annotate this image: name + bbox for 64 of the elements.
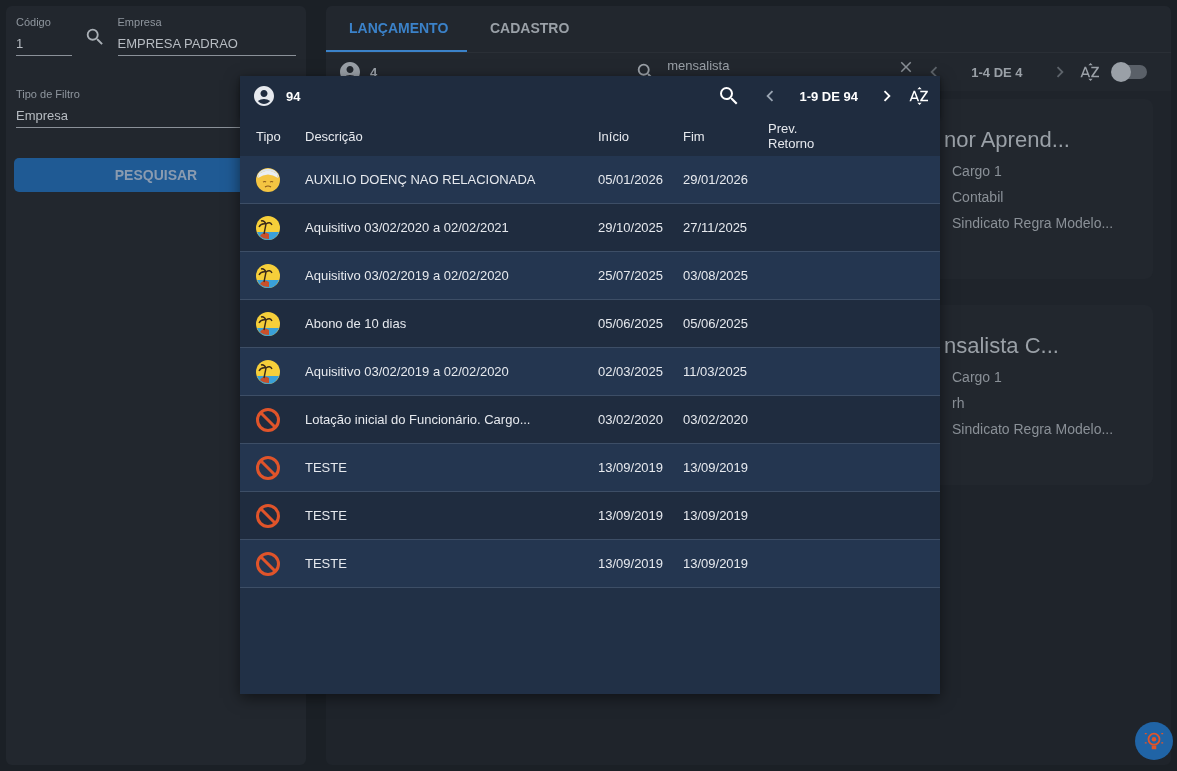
- table-cell-text: 13/09/2019: [598, 508, 665, 523]
- table-cell-text: 29/01/2026: [683, 172, 750, 187]
- pagination-text: 1-9 DE 94: [799, 88, 858, 104]
- table-cell-text: 13/09/2019: [683, 460, 750, 475]
- table-cell-text: 03/02/2020: [598, 412, 665, 427]
- sort-icon[interactable]: [908, 85, 930, 107]
- table-cell-text: 13/09/2019: [598, 556, 665, 571]
- field-label: Empresa: [117, 16, 162, 28]
- table-cell-text: Aquisitivo 03/02/2019 a 02/02/2020: [305, 364, 510, 379]
- prohibited-icon: [256, 503, 280, 528]
- field-label: Tipo de Filtro: [16, 88, 80, 100]
- table-cell-text: 03/02/2020: [683, 412, 750, 427]
- sort-icon[interactable]: [1078, 61, 1101, 83]
- card-text: Sindicato Regra Modelo...: [952, 215, 1115, 231]
- card-title: nor Aprend...: [944, 127, 1071, 153]
- beach-icon: [256, 359, 280, 384]
- card-text: Contabil: [952, 189, 1005, 205]
- table-cell-text: 05/06/2025: [683, 316, 750, 331]
- field-label: Código: [16, 16, 51, 28]
- table-cell-text: 13/09/2019: [598, 460, 665, 475]
- beach-icon: [256, 215, 280, 240]
- table-cell-text: 25/07/2025: [598, 268, 665, 283]
- table-cell-text: TESTE: [305, 460, 348, 475]
- prohibited-icon: [256, 455, 280, 480]
- table-cell-text: 13/09/2019: [683, 556, 750, 571]
- column-header: Tipo: [256, 128, 282, 144]
- table-cell-text: 11/03/2025: [683, 364, 749, 379]
- column-header: Fim: [683, 128, 706, 144]
- search-field[interactable]: mensalista: [667, 57, 888, 73]
- table-cell-text: 29/10/2025: [598, 220, 665, 235]
- table-cell-text: 05/01/2026: [598, 172, 665, 187]
- beach-icon: [256, 263, 280, 288]
- card-text: Cargo 1: [952, 369, 1003, 385]
- column-header: Descrição: [305, 128, 364, 144]
- table-cell-text: 05/06/2025: [598, 316, 665, 331]
- count-text: 94: [286, 88, 302, 104]
- prohibited-icon: [256, 407, 280, 432]
- prohibited-icon: [256, 551, 280, 576]
- company-field[interactable]: EMPRESA PADRAO: [117, 36, 296, 51]
- beach-icon: [256, 311, 280, 336]
- table-cell-text: Aquisitivo 03/02/2019 a 02/02/2020: [305, 268, 510, 283]
- card-text: Cargo 1: [952, 163, 1003, 179]
- table-cell-text: AUXILIO DOENÇ NAO RELACIONADA: [305, 172, 537, 187]
- user-icon: [252, 84, 276, 108]
- column-header: Início: [598, 128, 631, 144]
- table-cell-text: 13/09/2019: [683, 508, 750, 523]
- lightbulb-icon: [1143, 730, 1165, 752]
- code-field[interactable]: 1: [16, 36, 72, 51]
- table-cell-text: TESTE: [305, 508, 348, 523]
- tab[interactable]: CADASTRO: [467, 6, 593, 52]
- toggle-switch[interactable]: [1112, 65, 1147, 79]
- table-cell-text: Abono de 10 dias: [305, 316, 408, 331]
- card-text: rh: [952, 395, 966, 411]
- table-cell-text: 02/03/2025: [598, 364, 665, 379]
- table-cell-text: 03/08/2025: [683, 268, 750, 283]
- card-title: nsalista C...: [944, 333, 1060, 359]
- column-header: Prev. Retorno: [768, 121, 816, 151]
- table-cell-text: 27/11/2025: [683, 220, 749, 235]
- table-cell-text: Lotação inicial do Funcionário. Cargo...: [305, 412, 532, 427]
- table-cell-text: Aquisitivo 03/02/2020 a 02/02/2021: [305, 220, 510, 235]
- card-text: Sindicato Regra Modelo...: [952, 421, 1115, 437]
- sick-face-icon: [256, 167, 280, 192]
- table-cell-text: TESTE: [305, 556, 348, 571]
- pagination-text: 1-4 DE 4: [971, 64, 1023, 80]
